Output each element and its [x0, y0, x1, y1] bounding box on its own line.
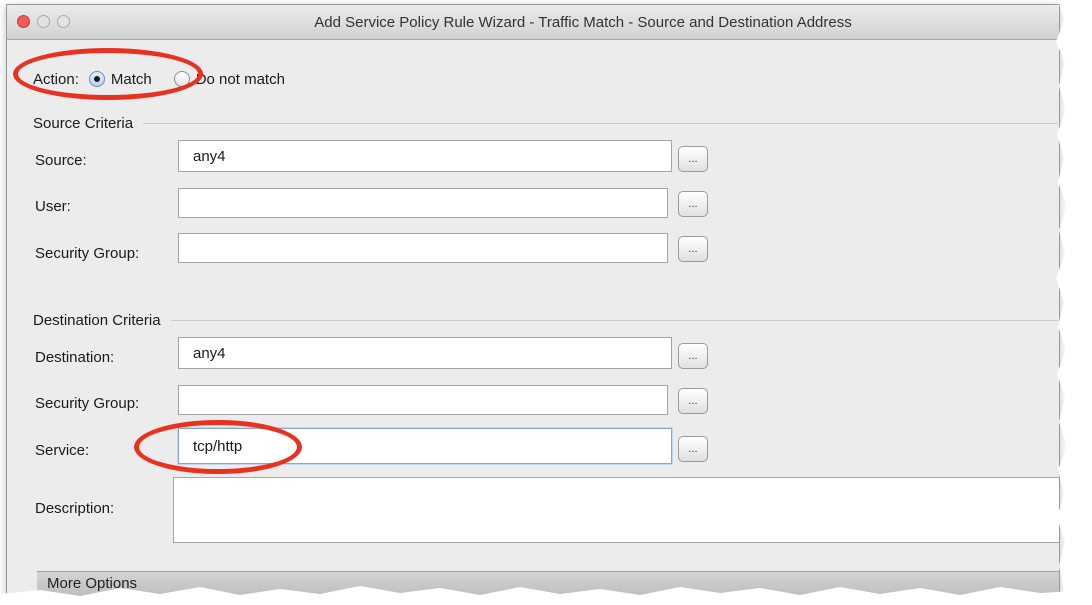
radio-selected-dot: [93, 76, 100, 82]
description-label: Description:: [35, 500, 115, 517]
user-browse-button[interactable]: ...: [678, 191, 708, 217]
match-radio-label[interactable]: Match: [111, 71, 152, 88]
action-radio-group: Action: Match Do not match: [33, 68, 285, 90]
destination-security-group-input[interactable]: [178, 385, 668, 415]
destination-input[interactable]: any4: [178, 337, 672, 369]
action-label: Action:: [33, 70, 79, 88]
do-not-match-radio-label[interactable]: Do not match: [196, 71, 285, 88]
do-not-match-radio[interactable]: [173, 71, 190, 87]
source-criteria-heading: Source Criteria: [33, 115, 1058, 132]
section-divider: [170, 320, 1058, 321]
service-label: Service:: [35, 442, 90, 459]
destination-criteria-heading: Destination Criteria: [33, 312, 1058, 329]
window-title: Add Service Policy Rule Wizard - Traffic…: [314, 14, 852, 31]
source-security-group-label: Security Group:: [35, 245, 140, 262]
description-textarea[interactable]: [173, 477, 1059, 543]
source-browse-button[interactable]: ...: [678, 146, 708, 172]
source-security-group-browse-button[interactable]: ...: [678, 236, 708, 262]
section-divider: [143, 123, 1058, 124]
destination-browse-button[interactable]: ...: [678, 343, 708, 369]
match-radio[interactable]: [88, 71, 105, 87]
source-input[interactable]: any4: [178, 140, 672, 172]
destination-security-group-browse-button[interactable]: ...: [678, 388, 708, 414]
destination-security-group-label: Security Group:: [35, 395, 140, 412]
wizard-window: Add Service Policy Rule Wizard - Traffic…: [6, 4, 1060, 597]
source-label: Source:: [35, 152, 87, 169]
destination-criteria-title: Destination Criteria: [33, 312, 161, 329]
more-options-bar[interactable]: More Options: [37, 571, 1059, 596]
service-browse-button[interactable]: ...: [678, 436, 708, 462]
title-bar: Add Service Policy Rule Wizard - Traffic…: [7, 5, 1059, 40]
source-criteria-title: Source Criteria: [33, 115, 134, 132]
source-security-group-input[interactable]: [178, 233, 668, 263]
destination-label: Destination:: [35, 349, 115, 366]
user-label: User:: [35, 198, 71, 215]
user-input[interactable]: [178, 188, 668, 218]
service-input[interactable]: tcp/http: [178, 428, 672, 464]
